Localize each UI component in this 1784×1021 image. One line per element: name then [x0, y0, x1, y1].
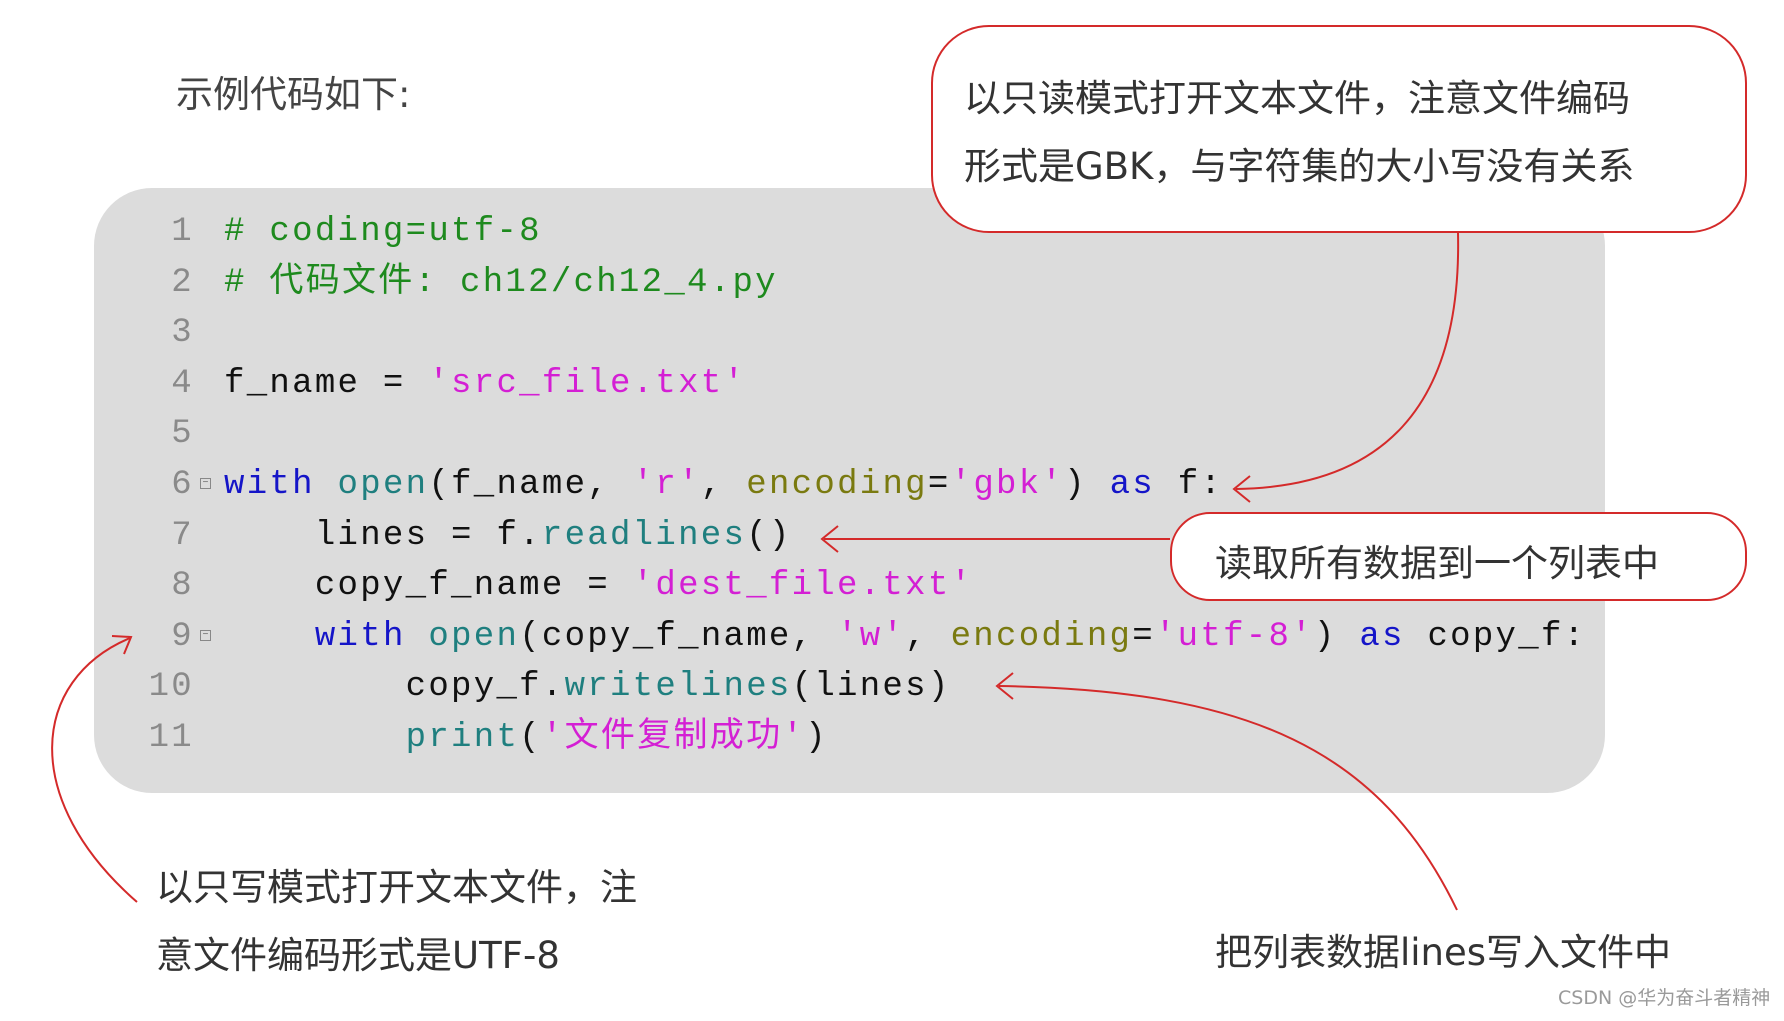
arrow-to-line-6: [1235, 232, 1460, 490]
arrow-to-line-10: [998, 685, 1458, 911]
arrows-layer: [51, 232, 1460, 911]
arrow-to-line-9: [51, 637, 138, 903]
